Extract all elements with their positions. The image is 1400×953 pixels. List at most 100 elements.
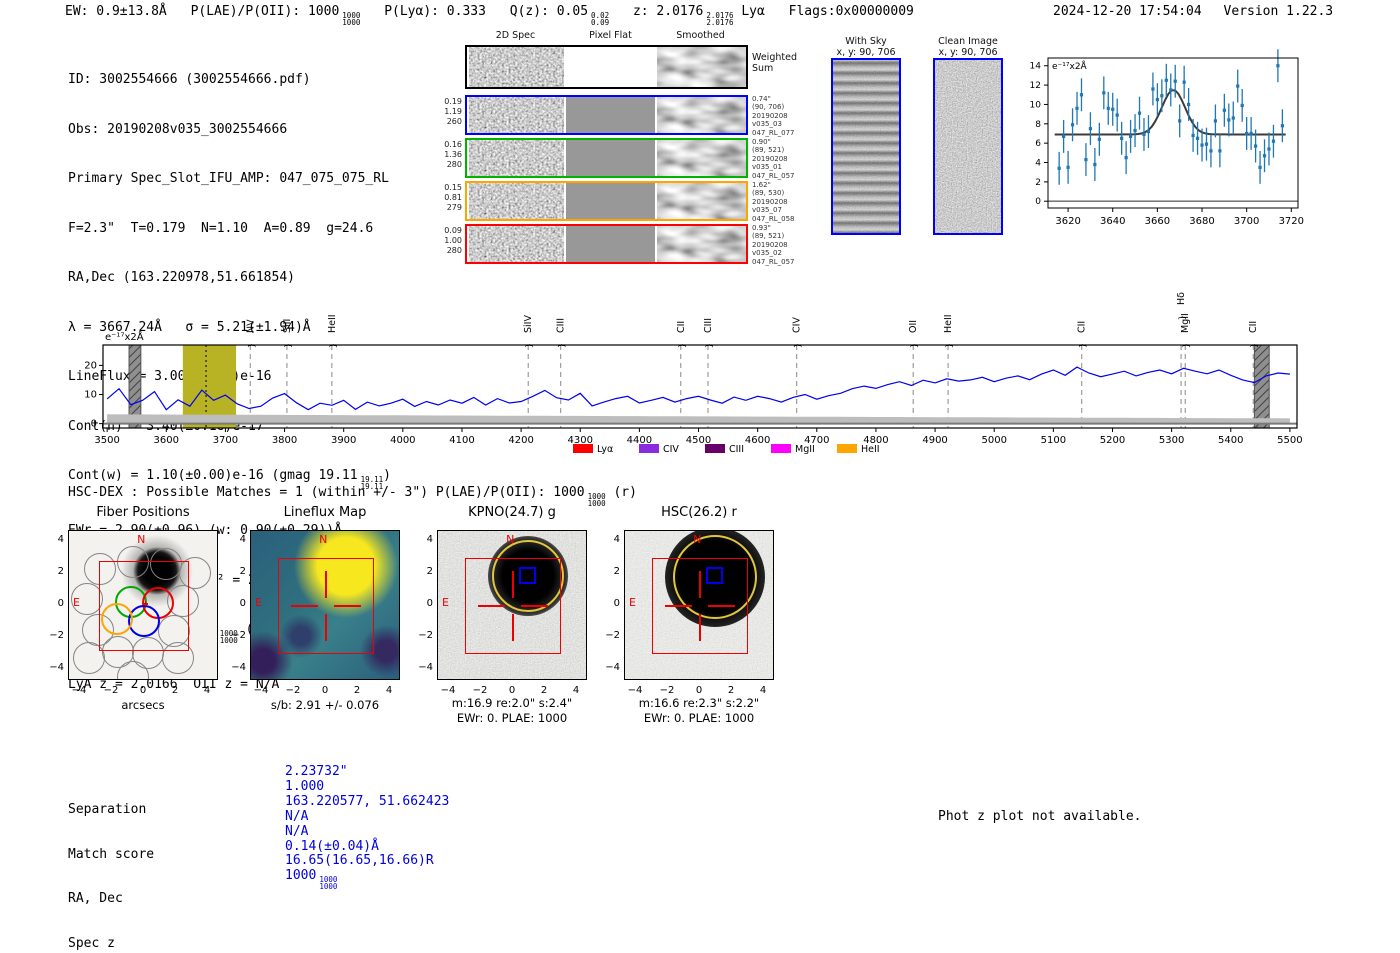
axis-tick-y: 0 [57,598,64,609]
svg-text:5100: 5100 [1041,435,1066,446]
center-marker [144,601,147,606]
table-row-value: N/A [285,808,309,824]
svg-text:HeII: HeII [327,314,338,333]
table-row-value: 1000 1000 1000 [285,868,338,892]
axis-tick-x: −4 [253,685,269,696]
axis-tick-x: −2 [472,685,488,696]
panel-hsc-r: HSC(26.2) r N E m:16.6 re:2.3" s:2.2" EW… [594,505,789,735]
svg-text:{: { [247,343,256,348]
svg-text:MgII: MgII [1180,313,1191,333]
spec2d-image [469,97,564,133]
z-fraction: 2.0176 2.0176 [706,11,734,27]
svg-text:{: { [945,343,954,348]
svg-text:10: 10 [85,390,97,401]
column-header-smoothed: Smoothed [676,30,725,41]
axis-tick-x: 0 [139,685,147,696]
svg-text:4600: 4600 [745,435,770,446]
axis-tick-x: 4 [385,685,393,696]
row-weights: 0.16 1.36 280 [444,140,462,169]
pixel-flat-image [566,226,655,262]
crosshair-segment [698,571,702,598]
ew-value: EW: 0.9±13.8Å [65,4,167,19]
svg-text:20: 20 [85,360,97,371]
axis-tick-x: 2 [727,685,735,696]
panel-kpno-g: KPNO(24.7) g N E m:16.9 re:2.0" s:2.4" E… [407,505,602,735]
axis-tick-x: 0 [695,685,703,696]
with-sky-title: With Sky x, y: 90, 706 [836,36,896,58]
svg-text:6: 6 [1035,139,1041,149]
compass-north-label: N [506,533,515,546]
spec2d-image [469,140,564,176]
svg-text:Hδ: Hδ [1176,292,1187,305]
crosshair-segment [324,614,328,641]
info-id: ID: 3002554666 (3002554666.pdf) [68,72,311,87]
axis-tick-y: −2 [49,630,64,641]
axis-tick-y: 4 [426,534,433,545]
axis-tick-y: −2 [605,630,620,641]
svg-text:8: 8 [1035,120,1041,130]
axis-tick-y: −2 [418,630,433,641]
svg-text:5500: 5500 [1277,435,1302,446]
axis-tick-y: −4 [605,662,620,673]
table-row-value: 0.14(±0.04)Å [285,838,379,854]
svg-text:CII: CII [676,321,687,333]
axis-tick-y: 2 [57,566,64,577]
smoothed-image [657,183,746,219]
table-row-label: Separation [68,801,147,817]
svg-text:{: { [525,343,534,348]
spec2d-image [469,47,564,87]
extraction-box [99,561,189,651]
compass-east-label: E [629,596,636,610]
panel-caption: EWr: 0. PLAE: 1000 [643,711,755,725]
svg-text:{: { [910,343,919,348]
axis-tick-y: 0 [613,598,620,609]
info-obs: Obs: 20190208v035_3002554666 [68,121,288,137]
axis-tick-x: −4 [71,685,87,696]
kpno-g-image: N E [437,530,587,680]
axis-tick-y: −4 [231,662,246,673]
p-lya-value: P(Lyα): 0.333 [384,4,486,19]
clean-image-title: Clean Image x, y: 90, 706 [938,36,998,58]
crosshair-segment [478,604,505,608]
svg-text:HeII: HeII [943,314,954,333]
svg-text:4: 4 [1035,159,1041,169]
smoothed-image [657,140,746,176]
svg-text:{: { [794,343,803,348]
svg-text:{: { [678,343,687,348]
svg-text:CIV: CIV [792,317,803,333]
axis-tick-y: 4 [239,534,246,545]
table-row-value: 163.220577, 51.662423 [285,793,450,809]
axis-tick-y: 2 [613,566,620,577]
svg-text:{: { [1079,343,1088,348]
spec2d-exposure-row [465,181,748,221]
with-sky-image [831,58,901,235]
table-row-label: Match score [68,846,155,862]
svg-text:3800: 3800 [272,435,297,446]
panel-title: HSC(26.2) r [661,505,737,520]
spec2d-exposure-row [465,95,748,135]
crosshair-segment [511,571,515,598]
match-table-values: 2.23732" 1.000 163.220577, 51.662423 N/A… [285,764,450,892]
svg-text:{: { [329,343,338,348]
svg-text:3680: 3680 [1189,216,1214,227]
svg-text:CIII: CIII [703,318,714,333]
svg-text:e⁻¹⁷x2Å: e⁻¹⁷x2Å [1052,60,1088,72]
compass-east-label: E [255,596,262,610]
svg-text:5400: 5400 [1218,435,1243,446]
axis-tick-y: −4 [49,662,64,673]
svg-text:{: { [705,343,714,348]
photz-note: Phot z plot not available. [938,809,1142,824]
crosshair-segment [708,604,735,608]
line-fit-chart: 0 2 4 6 8 10 12 14 3620 3640 3660 3680 3700 3720 e⁻¹⁷x… [1030,49,1304,227]
plae-poii-value: P(LAE)/P(OII): 1000 1000 1000 [190,4,361,27]
svg-text:4900: 4900 [922,435,947,446]
hsc-dex-matches-line: HSC-DEX : Possible Matches = 1 (within +… [68,485,637,508]
header-row: EW: 0.9±13.8Å P(LAE)/P(OII): 1000 1000 100… [65,4,930,26]
clean-image [933,58,1003,235]
svg-text:3600: 3600 [154,435,179,446]
axis-tick-x: −4 [440,685,456,696]
svg-text:3500: 3500 [94,435,119,446]
svg-text:MgII: MgII [795,444,815,455]
row-annotation: 0.74" (90, 706) 20190208 v035_03 047_RL_077 [752,95,795,137]
svg-text:3640: 3640 [1100,216,1125,227]
